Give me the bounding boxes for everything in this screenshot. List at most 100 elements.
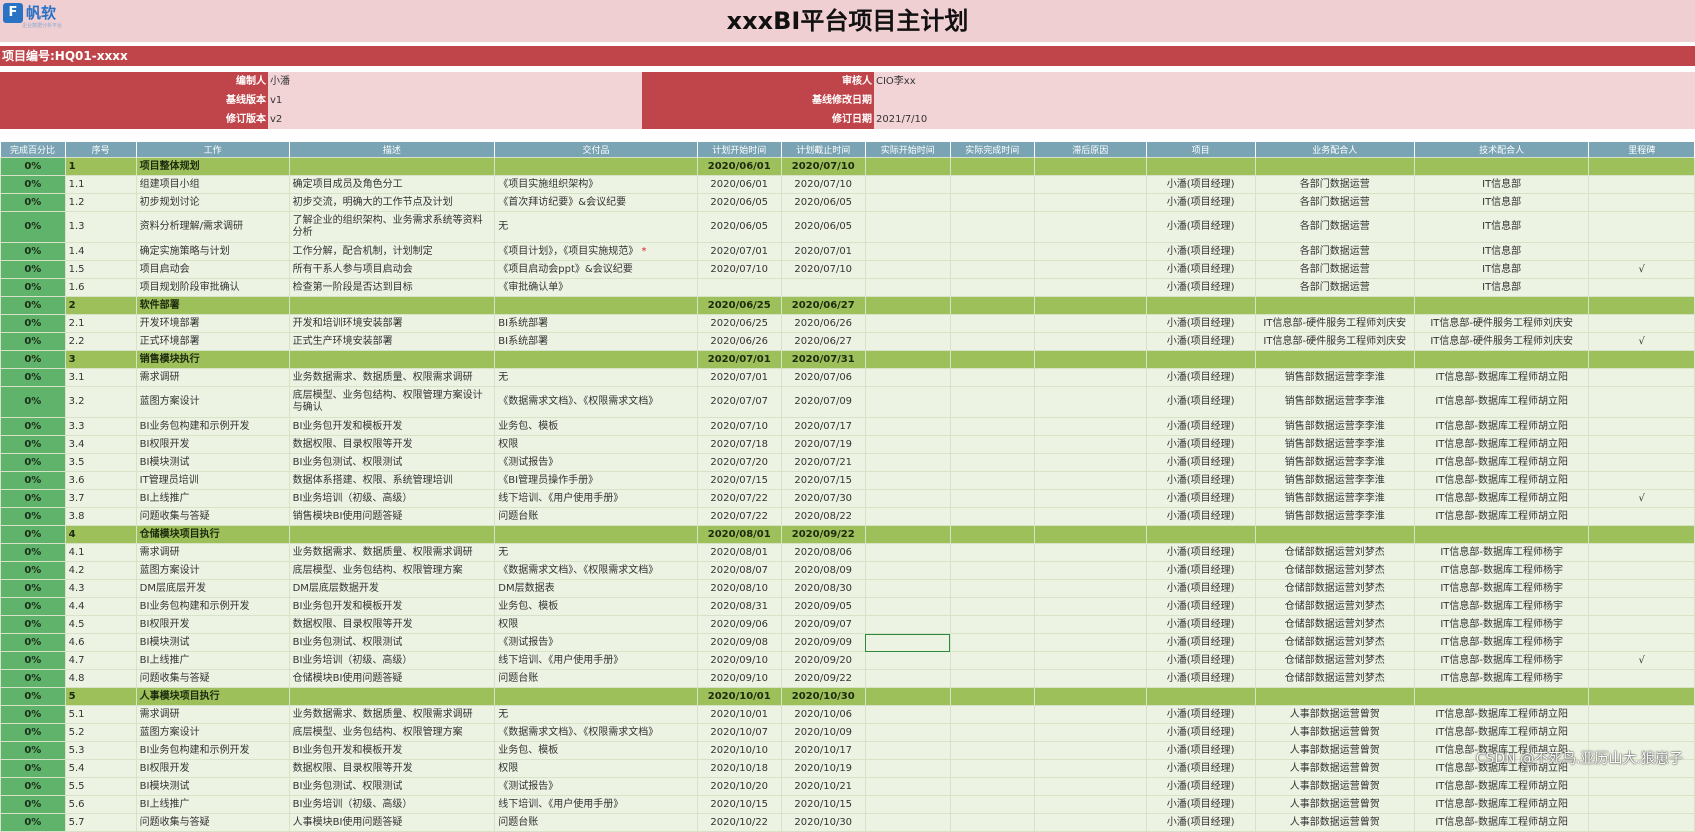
tech-partner-cell[interactable]: IT信息部-硬件服务工程师刘庆安 (1414, 315, 1588, 333)
plan-end-cell[interactable]: 2020/06/26 (781, 315, 865, 333)
index-cell[interactable]: 3.4 (65, 436, 136, 454)
plan-start-cell[interactable]: 2020/10/07 (697, 724, 781, 742)
plan-end-cell[interactable]: 2020/10/15 (781, 796, 865, 814)
owner-cell[interactable]: 小潘(项目经理) (1146, 369, 1255, 387)
plan-start-cell[interactable] (697, 279, 781, 297)
task-cell[interactable]: BI业务包构建和示例开发 (136, 598, 289, 616)
actual-start-cell[interactable] (865, 562, 950, 580)
actual-start-cell[interactable] (865, 369, 950, 387)
milestone-cell[interactable] (1589, 796, 1695, 814)
meta-value-reviewer[interactable]: CIO李xx (874, 72, 1695, 91)
deliverable-cell[interactable] (495, 688, 697, 706)
plan-end-cell[interactable]: 2020/10/09 (781, 724, 865, 742)
actual-start-cell[interactable] (865, 472, 950, 490)
actual-start-cell[interactable] (865, 436, 950, 454)
percent-cell[interactable]: 0% (1, 333, 66, 351)
plan-start-cell[interactable]: 2020/06/01 (697, 176, 781, 194)
desc-cell[interactable]: 业务数据需求、数据质量、权限需求调研 (289, 706, 495, 724)
owner-cell[interactable]: 小潘(项目经理) (1146, 261, 1255, 279)
actual-start-cell[interactable] (865, 158, 950, 176)
actual-end-cell[interactable] (950, 706, 1034, 724)
plan-start-cell[interactable]: 2020/06/05 (697, 194, 781, 212)
percent-cell[interactable]: 0% (1, 212, 66, 243)
task-cell[interactable]: 人事模块项目执行 (136, 688, 289, 706)
actual-start-cell[interactable] (865, 634, 950, 652)
desc-cell[interactable]: 底层模型、业务包结构、权限管理方案 (289, 724, 495, 742)
percent-cell[interactable]: 0% (1, 616, 66, 634)
index-cell[interactable]: 5.4 (65, 760, 136, 778)
biz-partner-cell[interactable]: IT信息部-硬件服务工程师刘庆安 (1255, 315, 1414, 333)
actual-start-cell[interactable] (865, 796, 950, 814)
percent-cell[interactable]: 0% (1, 634, 66, 652)
biz-partner-cell[interactable]: 销售部数据运营李李淮 (1255, 369, 1414, 387)
index-cell[interactable]: 5.6 (65, 796, 136, 814)
owner-cell[interactable]: 小潘(项目经理) (1146, 243, 1255, 261)
deliverable-cell[interactable]: 《BI管理员操作手册》 (495, 472, 697, 490)
milestone-cell[interactable] (1589, 351, 1695, 369)
actual-start-cell[interactable] (865, 418, 950, 436)
delay-reason-cell[interactable] (1034, 778, 1146, 796)
plan-end-cell[interactable]: 2020/07/09 (781, 387, 865, 418)
biz-partner-cell[interactable]: 销售部数据运营李李淮 (1255, 472, 1414, 490)
owner-cell[interactable]: 小潘(项目经理) (1146, 706, 1255, 724)
milestone-cell[interactable] (1589, 279, 1695, 297)
tech-partner-cell[interactable]: IT信息部-数据库工程师胡立阳 (1414, 472, 1588, 490)
task-cell[interactable]: 需求调研 (136, 706, 289, 724)
actual-start-cell[interactable] (865, 814, 950, 832)
index-cell[interactable]: 5.1 (65, 706, 136, 724)
task-cell[interactable]: BI上线推广 (136, 652, 289, 670)
index-cell[interactable]: 5.7 (65, 814, 136, 832)
task-cell[interactable]: 问题收集与答疑 (136, 670, 289, 688)
delay-reason-cell[interactable] (1034, 688, 1146, 706)
tech-partner-cell[interactable]: IT信息部-数据库工程师胡立阳 (1414, 369, 1588, 387)
biz-partner-cell[interactable]: 人事部数据运营曾贺 (1255, 814, 1414, 832)
desc-cell[interactable]: 数据权限、目录权限等开发 (289, 616, 495, 634)
tech-partner-cell[interactable]: IT信息部-硬件服务工程师刘庆安 (1414, 333, 1588, 351)
index-cell[interactable]: 4.4 (65, 598, 136, 616)
milestone-cell[interactable] (1589, 436, 1695, 454)
desc-cell[interactable]: 所有干系人参与项目启动会 (289, 261, 495, 279)
actual-start-cell[interactable] (865, 688, 950, 706)
plan-start-cell[interactable]: 2020/10/22 (697, 814, 781, 832)
column-header[interactable]: 交付品 (495, 142, 697, 158)
tech-partner-cell[interactable]: IT信息部-数据库工程师胡立阳 (1414, 490, 1588, 508)
percent-cell[interactable]: 0% (1, 351, 66, 369)
desc-cell[interactable] (289, 688, 495, 706)
biz-partner-cell[interactable]: 销售部数据运营李李淮 (1255, 387, 1414, 418)
plan-start-cell[interactable]: 2020/07/01 (697, 351, 781, 369)
column-header[interactable]: 工作 (136, 142, 289, 158)
task-cell[interactable]: BI权限开发 (136, 436, 289, 454)
task-cell[interactable]: BI上线推广 (136, 490, 289, 508)
tech-partner-cell[interactable]: IT信息部-数据库工程师胡立阳 (1414, 814, 1588, 832)
plan-start-cell[interactable]: 2020/10/20 (697, 778, 781, 796)
task-cell[interactable]: 蓝图方案设计 (136, 562, 289, 580)
desc-cell[interactable]: BI业务培训（初级、高级） (289, 796, 495, 814)
actual-end-cell[interactable] (950, 742, 1034, 760)
deliverable-cell[interactable] (495, 297, 697, 315)
percent-cell[interactable]: 0% (1, 279, 66, 297)
deliverable-cell[interactable]: 《数据需求文档》、《权限需求文档》 (495, 562, 697, 580)
plan-end-cell[interactable]: 2020/08/22 (781, 508, 865, 526)
plan-start-cell[interactable]: 2020/06/25 (697, 315, 781, 333)
tech-partner-cell[interactable]: IT信息部-数据库工程师胡立阳 (1414, 508, 1588, 526)
percent-cell[interactable]: 0% (1, 261, 66, 279)
owner-cell[interactable]: 小潘(项目经理) (1146, 616, 1255, 634)
owner-cell[interactable]: 小潘(项目经理) (1146, 333, 1255, 351)
tech-partner-cell[interactable] (1414, 351, 1588, 369)
percent-cell[interactable]: 0% (1, 652, 66, 670)
desc-cell[interactable]: 工作分解，配合机制，计划制定 (289, 243, 495, 261)
actual-start-cell[interactable] (865, 544, 950, 562)
actual-end-cell[interactable] (950, 436, 1034, 454)
biz-partner-cell[interactable]: 销售部数据运营李李淮 (1255, 418, 1414, 436)
actual-end-cell[interactable] (950, 598, 1034, 616)
task-cell[interactable]: 需求调研 (136, 369, 289, 387)
actual-end-cell[interactable] (950, 418, 1034, 436)
task-cell[interactable]: BI业务包构建和示例开发 (136, 418, 289, 436)
delay-reason-cell[interactable] (1034, 544, 1146, 562)
plan-end-cell[interactable]: 2020/10/06 (781, 706, 865, 724)
biz-partner-cell[interactable]: 各部门数据运营 (1255, 279, 1414, 297)
column-header[interactable]: 计划截止时间 (781, 142, 865, 158)
delay-reason-cell[interactable] (1034, 387, 1146, 418)
index-cell[interactable]: 3.2 (65, 387, 136, 418)
tech-partner-cell[interactable]: IT信息部-数据库工程师胡立阳 (1414, 796, 1588, 814)
